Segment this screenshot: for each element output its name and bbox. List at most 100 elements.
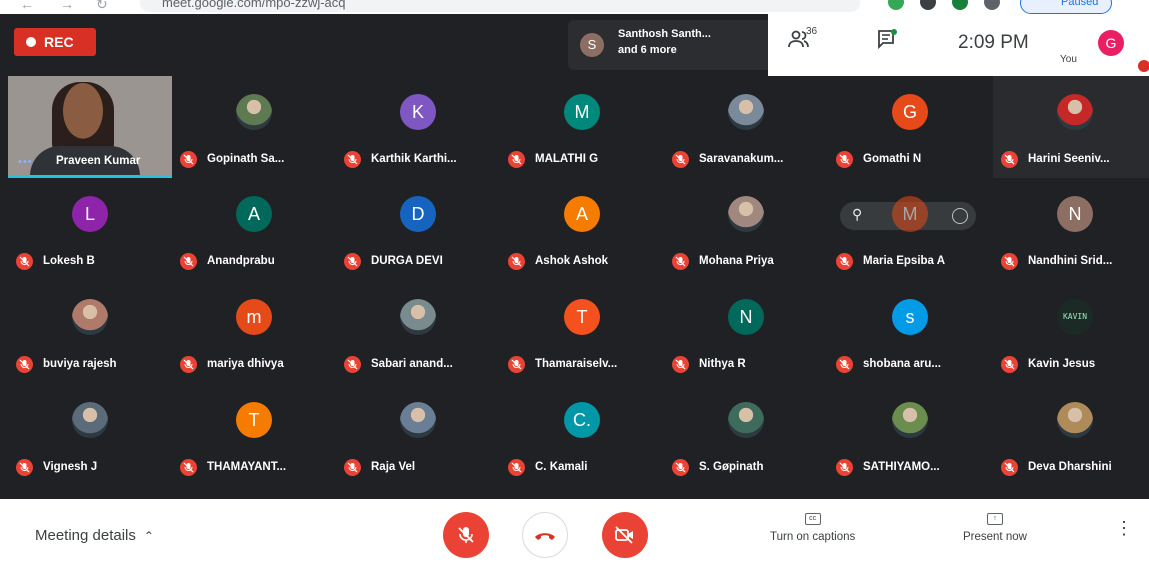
participant-name: Anandprabu bbox=[207, 255, 275, 267]
meeting-details-button[interactable]: Meeting details ⌃ bbox=[35, 527, 154, 544]
participant-label: Kavin Jesus bbox=[1001, 355, 1095, 373]
browser-toolbar: ← → ↻ meet.google.com/mpo-zzwj-acq Pause… bbox=[0, 0, 1149, 14]
participant-tile[interactable]: Saravanakum... bbox=[664, 76, 828, 178]
participant-grid: ••• Praveen Kumar Gopinath Sa... K Karthik… bbox=[8, 76, 1149, 486]
muted-mic-icon bbox=[1001, 252, 1018, 270]
participant-tile[interactable]: Sabari anand... bbox=[336, 281, 500, 383]
back-icon[interactable]: ← bbox=[20, 0, 34, 12]
extension-icon[interactable] bbox=[920, 0, 936, 10]
muted-mic-icon bbox=[180, 252, 197, 270]
participant-tile[interactable]: buviya rajesh bbox=[8, 281, 172, 383]
notification-badge bbox=[1138, 60, 1149, 72]
present-now-button[interactable]: ↑ Present now bbox=[963, 513, 1027, 543]
participant-tile[interactable]: s shobana aru... bbox=[828, 281, 992, 383]
participant-avatar bbox=[892, 402, 928, 438]
muted-mic-icon bbox=[508, 150, 525, 168]
muted-mic-icon bbox=[344, 458, 361, 476]
participant-tile[interactable]: Gopinath Sa... bbox=[172, 76, 336, 178]
you-label: You bbox=[1060, 54, 1077, 65]
muted-mic-icon bbox=[508, 252, 525, 270]
participant-avatar: K bbox=[400, 94, 436, 130]
participant-tile[interactable]: Vignesh J bbox=[8, 384, 172, 486]
participant-tile[interactable]: N Nandhini Srid... bbox=[993, 178, 1149, 280]
participant-tile[interactable]: KAVIN Kavin Jesus bbox=[993, 281, 1149, 383]
camera-toggle-button[interactable] bbox=[602, 512, 648, 558]
participant-label: Nithya R bbox=[672, 355, 746, 373]
present-icon: ↑ bbox=[986, 513, 1003, 525]
leave-call-button[interactable] bbox=[522, 512, 568, 558]
captions-label: Turn on captions bbox=[770, 531, 856, 543]
self-video-tile[interactable]: ••• Praveen Kumar bbox=[8, 76, 172, 178]
reload-icon[interactable]: ↻ bbox=[96, 0, 108, 13]
muted-mic-icon bbox=[672, 355, 689, 373]
people-button[interactable]: 36 bbox=[788, 26, 828, 58]
participant-tile[interactable]: K Karthik Karthi... bbox=[336, 76, 500, 178]
participant-avatar bbox=[728, 94, 764, 130]
participant-label: Raja Vel bbox=[344, 458, 415, 476]
participant-tile[interactable]: M MALATHI G bbox=[500, 76, 664, 178]
self-avatar[interactable]: G bbox=[1098, 30, 1124, 56]
participant-tile[interactable]: L Lokesh B bbox=[8, 178, 172, 280]
camera-off-icon bbox=[615, 526, 633, 544]
participant-tile[interactable]: Harini Seeniv... bbox=[993, 76, 1149, 178]
participant-tile[interactable]: m mariya dhivya bbox=[172, 281, 336, 383]
participant-tile[interactable]: Raja Vel bbox=[336, 384, 500, 486]
participant-avatar bbox=[72, 402, 108, 438]
participant-tile[interactable]: C. C. Kamali bbox=[500, 384, 664, 486]
chevron-up-icon: ⌃ bbox=[143, 529, 154, 543]
participant-avatar: L bbox=[72, 196, 108, 232]
participant-label: shobana aru... bbox=[836, 355, 941, 373]
participant-name: buviya rajesh bbox=[43, 358, 117, 370]
profile-button[interactable]: Paused bbox=[1020, 0, 1112, 14]
participant-name: Kavin Jesus bbox=[1028, 358, 1096, 370]
microphone-toggle-button[interactable] bbox=[443, 512, 489, 558]
forward-icon[interactable]: → bbox=[60, 0, 74, 12]
more-options-icon[interactable]: ⋮ bbox=[1115, 519, 1133, 537]
remove-icon[interactable] bbox=[952, 208, 968, 224]
participant-label: Gomathi N bbox=[836, 150, 921, 168]
extension-icon[interactable] bbox=[952, 0, 968, 10]
participant-label: Gopinath Sa... bbox=[180, 150, 284, 168]
present-label: Present now bbox=[963, 531, 1027, 543]
participant-name: Deva Dharshini bbox=[1028, 461, 1112, 473]
participant-tile[interactable]: S. Gøpinath bbox=[664, 384, 828, 486]
participant-tile[interactable]: Mohana Priya bbox=[664, 178, 828, 280]
participant-tile[interactable]: A Anandprabu bbox=[172, 178, 336, 280]
participant-name: Karthik Karthi... bbox=[371, 153, 457, 165]
muted-mic-icon bbox=[180, 355, 197, 373]
participant-tile[interactable]: SATHIYAMO... bbox=[828, 384, 992, 486]
muted-mic-icon bbox=[508, 355, 525, 373]
participant-tile[interactable]: D DURGA DEVI bbox=[336, 178, 500, 280]
chat-button[interactable] bbox=[876, 28, 904, 56]
participant-avatar bbox=[728, 196, 764, 232]
participant-tile[interactable]: N Nithya R bbox=[664, 281, 828, 383]
address-bar[interactable]: meet.google.com/mpo-zzwj-acq bbox=[140, 0, 860, 12]
muted-mic-icon bbox=[344, 252, 361, 270]
participant-tile[interactable]: ⚲ M Maria Epsiba A bbox=[828, 178, 992, 280]
extension-icon[interactable] bbox=[888, 0, 904, 10]
participant-tile[interactable]: T Thamaraiselv... bbox=[500, 281, 664, 383]
muted-mic-icon bbox=[836, 150, 853, 168]
muted-mic-icon bbox=[344, 355, 361, 373]
participant-label: DURGA DEVI bbox=[344, 252, 443, 270]
muted-mic-icon bbox=[16, 252, 33, 270]
participant-label: Nandhini Srid... bbox=[1001, 252, 1112, 270]
participant-name: DURGA DEVI bbox=[371, 255, 443, 267]
people-count: 36 bbox=[806, 26, 818, 37]
participant-avatar: A bbox=[236, 196, 272, 232]
participant-label: SATHIYAMO... bbox=[836, 458, 940, 476]
participant-tile[interactable]: Deva Dharshini bbox=[993, 384, 1149, 486]
participant-avatar: T bbox=[236, 402, 272, 438]
pin-icon[interactable]: ⚲ bbox=[852, 206, 862, 223]
participant-avatar bbox=[400, 299, 436, 335]
puzzle-icon[interactable] bbox=[984, 0, 1000, 10]
captions-button[interactable]: cc Turn on captions bbox=[770, 513, 855, 543]
participant-name: Gopinath Sa... bbox=[207, 153, 285, 165]
participant-tile[interactable]: A Ashok Ashok bbox=[500, 178, 664, 280]
participant-tile[interactable]: T THAMAYANT... bbox=[172, 384, 336, 486]
self-video-face bbox=[52, 82, 114, 154]
presenter-chip[interactable]: S Santhosh Santh... and 6 more bbox=[568, 20, 768, 70]
participant-tile[interactable]: G Gomathi N bbox=[828, 76, 992, 178]
muted-mic-icon bbox=[16, 355, 33, 373]
participant-avatar: N bbox=[728, 299, 764, 335]
